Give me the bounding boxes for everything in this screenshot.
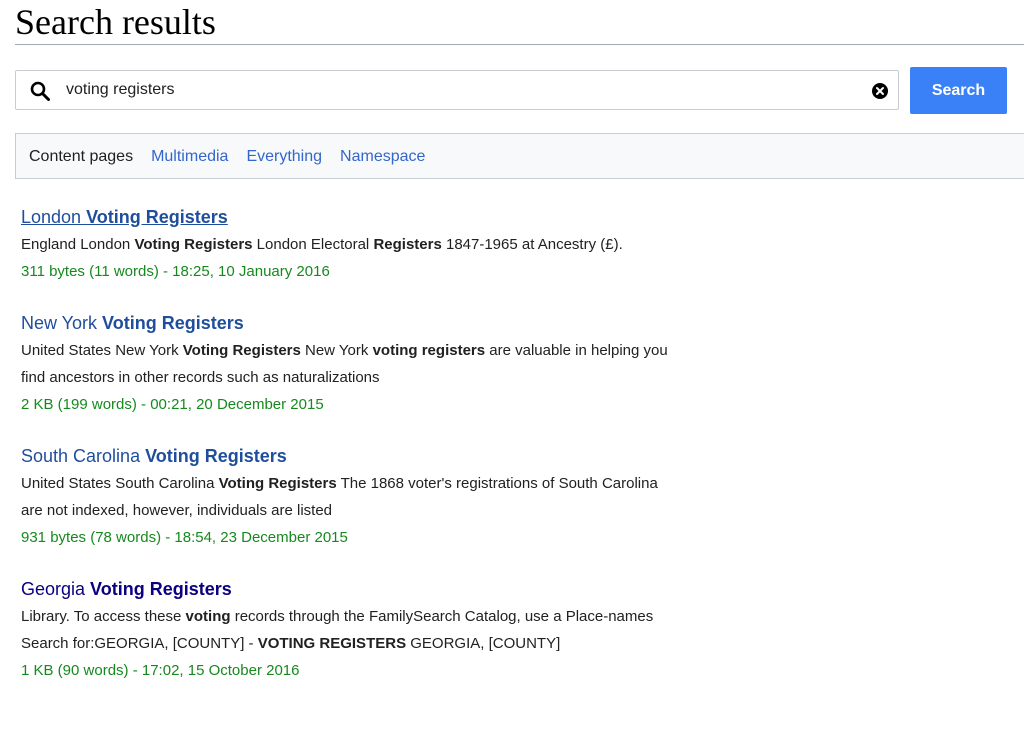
snippet-text: United States New York xyxy=(21,342,183,359)
snippet-match: Voting Registers xyxy=(218,475,337,492)
result-metadata: 1 KB (90 words) - 17:02, 15 October 2016 xyxy=(21,662,300,679)
result-title-link[interactable]: New York Voting Registers xyxy=(21,309,681,337)
clear-icon[interactable] xyxy=(871,82,889,100)
snippet-match: VOTING REGISTERS xyxy=(257,635,407,652)
page-title: Search results xyxy=(15,2,216,42)
result-snippet: Library. To access these voting records … xyxy=(21,603,681,657)
search-icon xyxy=(30,81,50,101)
snippet-text: Library. To access these xyxy=(21,608,186,625)
result-title-highlight: Voting Registers xyxy=(102,313,244,333)
tab-namespace[interactable]: Namespace xyxy=(340,147,425,167)
snippet-text: New York xyxy=(300,342,373,359)
snippet-text: London Electoral xyxy=(252,236,374,253)
result-metadata: 311 bytes (11 words) - 18:25, 10 January… xyxy=(21,263,330,280)
result-snippet: United States New York Voting Registers … xyxy=(21,337,681,391)
search-input[interactable] xyxy=(66,79,856,101)
result-snippet: United States South Carolina Voting Regi… xyxy=(21,470,681,524)
title-divider xyxy=(15,44,1024,45)
search-profile-tabs: Content pages Multimedia Everything Namespa… xyxy=(29,147,443,167)
search-results-list: London Voting Registers England London Vo… xyxy=(21,203,681,708)
snippet-text: England London xyxy=(21,236,135,253)
result-title-link[interactable]: Georgia Voting Registers xyxy=(21,575,681,603)
search-box[interactable] xyxy=(15,70,899,110)
snippet-text: United States South Carolina xyxy=(21,475,219,492)
result-metadata: 2 KB (199 words) - 00:21, 20 December 20… xyxy=(21,396,324,413)
snippet-match: Voting Registers xyxy=(182,342,301,359)
snippet-text: 1847-1965 at Ancestry (£). xyxy=(441,236,623,253)
snippet-text: GEORGIA, [COUNTY] xyxy=(406,635,561,652)
result-title-link[interactable]: South Carolina Voting Registers xyxy=(21,442,681,470)
result-title-text: Georgia xyxy=(21,579,91,599)
result-title-text: South Carolina xyxy=(21,446,146,466)
result-title-text: London xyxy=(21,207,87,227)
tab-everything[interactable]: Everything xyxy=(246,147,322,167)
tab-content-pages: Content pages xyxy=(29,148,134,165)
search-result: Georgia Voting Registers Library. To acce… xyxy=(21,575,681,684)
snippet-match: voting xyxy=(185,608,231,625)
result-title-highlight: Voting Registers xyxy=(86,207,228,227)
search-result: South Carolina Voting Registers United St… xyxy=(21,442,681,551)
result-title-highlight: Voting Registers xyxy=(145,446,287,466)
tab-multimedia[interactable]: Multimedia xyxy=(151,147,228,167)
search-button[interactable]: Search xyxy=(910,67,1007,114)
result-title-highlight: Voting Registers xyxy=(90,579,232,599)
result-snippet: England London Voting Registers London E… xyxy=(21,231,681,258)
search-result: New York Voting Registers United States N… xyxy=(21,309,681,418)
snippet-match: Registers xyxy=(373,236,442,253)
snippet-match: voting registers xyxy=(372,342,486,359)
result-metadata: 931 bytes (78 words) - 18:54, 23 Decembe… xyxy=(21,529,348,546)
snippet-match: Voting Registers xyxy=(134,236,253,253)
result-title-link[interactable]: London Voting Registers xyxy=(21,203,681,231)
search-profile-bar: Content pages Multimedia Everything Namespa… xyxy=(15,133,1024,179)
result-title-text: New York xyxy=(21,313,103,333)
search-result: London Voting Registers England London Vo… xyxy=(21,203,681,285)
